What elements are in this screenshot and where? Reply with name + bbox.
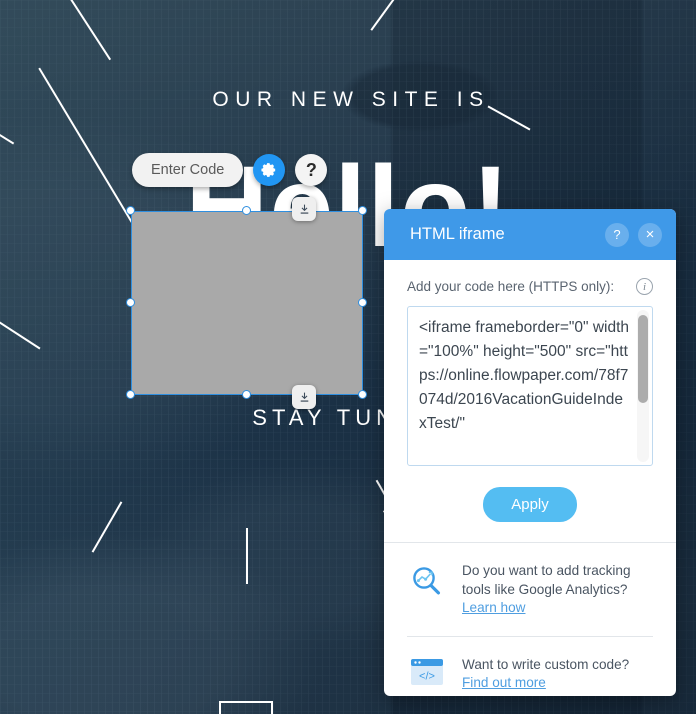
apply-row: Apply — [407, 487, 653, 522]
enter-code-button[interactable]: Enter Code — [132, 153, 244, 187]
resize-handle-bottom-left[interactable] — [126, 390, 135, 399]
promo-analytics-link[interactable]: Learn how — [462, 599, 653, 618]
panel-close-icon[interactable]: × — [638, 222, 662, 247]
resize-handle-middle-left[interactable] — [126, 298, 135, 307]
hero-kicker: OUR NEW SITE IS — [212, 88, 490, 111]
resize-handle-top-left[interactable] — [126, 206, 135, 215]
selected-element-placeholder — [131, 211, 363, 395]
download-icon-top[interactable] — [292, 197, 316, 221]
html-iframe-panel: HTML iframe ? × Add your code here (HTTP… — [384, 209, 676, 696]
panel-header: HTML iframe ? × — [384, 209, 676, 260]
info-icon[interactable]: i — [636, 278, 653, 295]
analytics-magnifier-icon — [407, 562, 447, 598]
resize-handle-middle-right[interactable] — [358, 298, 367, 307]
svg-text:</>: </> — [419, 670, 435, 682]
code-field-label-row: Add your code here (HTTPS only): i — [407, 278, 653, 295]
selected-element-frame[interactable] — [126, 197, 367, 409]
resize-handle-top-right[interactable] — [358, 206, 367, 215]
panel-title: HTML iframe — [410, 225, 505, 243]
panel-body: Add your code here (HTTPS only): i <ifra… — [384, 260, 676, 522]
help-icon[interactable]: ? — [295, 154, 328, 186]
promo-analytics-text: Do you want to add tracking tools like G… — [462, 562, 653, 618]
resize-handle-top-center[interactable] — [242, 206, 251, 215]
code-input-value: <iframe frameborder="0" width="100%" hei… — [419, 319, 630, 432]
download-icon-bottom[interactable] — [292, 385, 316, 409]
gear-icon[interactable] — [253, 154, 286, 186]
resize-handle-bottom-right[interactable] — [358, 390, 367, 399]
decor-rectangle-outline — [219, 701, 273, 714]
promo-custom-code-body: Want to write custom code? — [462, 656, 630, 672]
resize-handle-bottom-center[interactable] — [242, 390, 251, 399]
apply-button[interactable]: Apply — [483, 487, 577, 522]
promo-custom-code[interactable]: </> Want to write custom code? Find out … — [384, 637, 676, 693]
panel-help-icon[interactable]: ? — [605, 222, 629, 247]
code-window-icon: </> — [407, 656, 447, 686]
code-scrollbar-thumb[interactable] — [638, 315, 648, 403]
code-field-label: Add your code here (HTTPS only): — [407, 279, 615, 294]
promo-custom-code-link[interactable]: Find out more — [462, 674, 629, 693]
promo-analytics-body: Do you want to add tracking tools like G… — [462, 563, 631, 597]
promo-analytics[interactable]: Do you want to add tracking tools like G… — [384, 543, 676, 618]
decor-line-vertical — [246, 528, 248, 584]
promo-custom-code-text: Want to write custom code? Find out more — [462, 656, 629, 693]
code-input[interactable]: <iframe frameborder="0" width="100%" hei… — [407, 306, 653, 466]
element-toolbar: Enter Code ? — [132, 153, 328, 187]
